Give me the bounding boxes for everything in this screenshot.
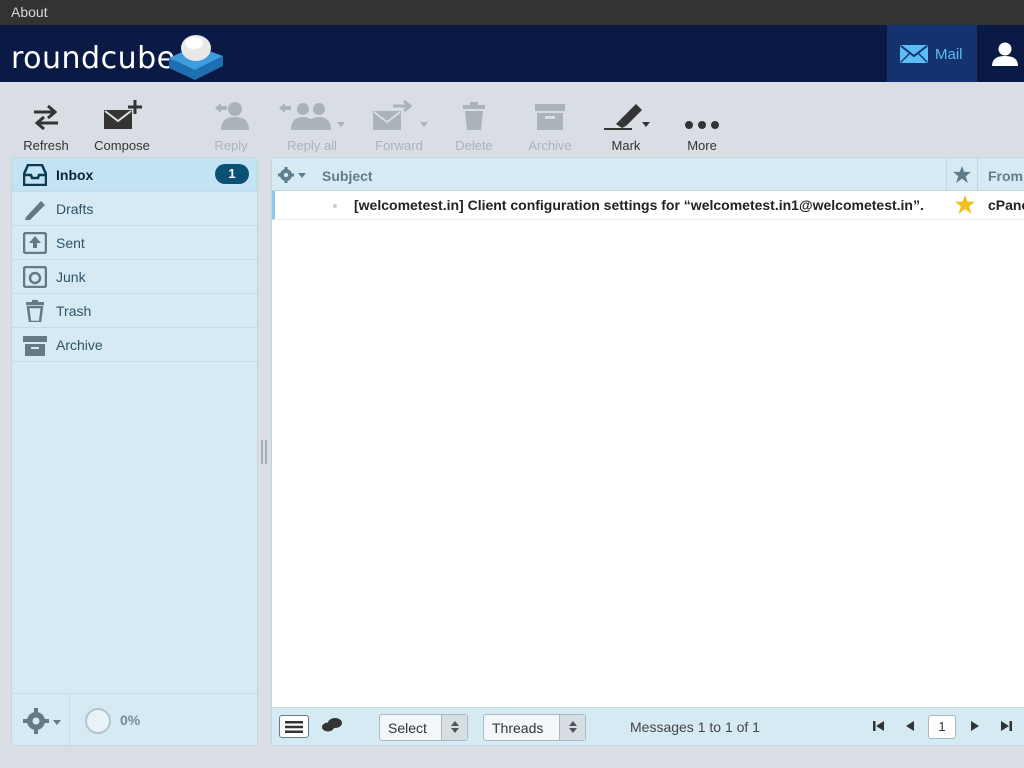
marker-icon <box>604 104 650 130</box>
threads-label: Threads <box>492 720 544 736</box>
reply-all-button[interactable]: Reply all <box>278 100 346 153</box>
folder-settings-button[interactable] <box>12 694 70 745</box>
more-label: More <box>687 138 717 153</box>
trash-icon <box>26 300 44 322</box>
folder-list: Inbox 1 Drafts Sent Junk Trash Archive 0… <box>11 157 258 746</box>
reply-icon <box>215 102 249 130</box>
first-page-icon[interactable] <box>873 720 885 732</box>
select-label: Select <box>388 720 427 736</box>
more-icon <box>685 121 719 129</box>
quota-text: 0% <box>120 712 141 728</box>
forward-button[interactable]: Forward <box>368 100 430 153</box>
gear-icon <box>23 708 61 734</box>
folder-archive[interactable]: Archive <box>12 328 257 362</box>
folder-label: Inbox <box>56 167 94 183</box>
select-dropdown[interactable]: Select <box>379 714 468 741</box>
toolbar: Refresh Compose Reply Reply all Forward … <box>0 82 1024 154</box>
next-page-icon[interactable] <box>970 720 980 732</box>
mark-label: Mark <box>611 138 641 153</box>
message-count: Messages 1 to 1 of 1 <box>630 719 760 735</box>
forward-label: Forward <box>375 138 423 153</box>
folder-inbox[interactable]: Inbox 1 <box>12 158 257 192</box>
inbox-icon <box>23 164 47 186</box>
list-footer: Select Threads Messages 1 to 1 of 1 1 <box>272 707 1024 745</box>
folder-label: Trash <box>56 303 92 319</box>
sent-icon <box>23 232 47 254</box>
pencil-icon <box>25 201 45 220</box>
mark-button[interactable]: Mark <box>600 100 652 153</box>
compose-button[interactable]: Compose <box>93 100 151 153</box>
page-number-input[interactable]: 1 <box>928 715 956 739</box>
updown-arrow-icon <box>569 721 577 733</box>
threads-dropdown[interactable]: Threads <box>483 714 586 741</box>
envelope-icon <box>900 45 928 63</box>
panel-splitter[interactable] <box>261 440 268 464</box>
more-button[interactable]: More <box>680 100 724 153</box>
folder-footer: 0% <box>12 693 257 745</box>
message-subject[interactable]: [welcometest.in] Client configuration se… <box>354 197 939 213</box>
refresh-icon <box>34 104 58 130</box>
app-header: roundcube Mail <box>0 25 1024 82</box>
column-flag[interactable] <box>946 158 978 191</box>
folder-drafts[interactable]: Drafts <box>12 192 257 226</box>
logo-cube-icon <box>169 35 223 80</box>
archive-label: Archive <box>528 138 572 153</box>
threads-icon[interactable] <box>321 717 343 733</box>
refresh-label: Refresh <box>23 138 69 153</box>
folder-label: Sent <box>56 235 85 251</box>
folder-sent[interactable]: Sent <box>12 226 257 260</box>
archive-icon <box>535 104 565 130</box>
trash-icon <box>463 102 485 130</box>
list-options-gear-icon[interactable] <box>278 167 308 183</box>
message-row[interactable]: [welcometest.in] Client configuration se… <box>272 191 1024 220</box>
last-page-icon[interactable] <box>1000 720 1012 732</box>
about-link[interactable]: About <box>11 4 48 20</box>
column-subject[interactable]: Subject <box>322 168 373 184</box>
window-title-bar: About <box>0 0 1024 25</box>
reply-all-icon <box>279 103 345 130</box>
message-from[interactable]: cPanel <box>988 197 1024 213</box>
list-icon <box>285 721 303 733</box>
folder-label: Junk <box>56 269 86 285</box>
star-icon <box>953 166 971 183</box>
list-header: Subject From <box>272 158 1024 191</box>
nav-mail[interactable]: Mail <box>887 25 977 82</box>
previous-page-icon[interactable] <box>905 720 915 732</box>
unread-dot <box>333 204 337 208</box>
delete-button[interactable]: Delete <box>452 100 496 153</box>
reply-all-label: Reply all <box>287 138 337 153</box>
forward-icon <box>373 100 428 130</box>
refresh-button[interactable]: Refresh <box>22 100 70 153</box>
nav-mail-label: Mail <box>935 46 963 63</box>
message-list: Subject From [welcometest.in] Client con… <box>271 157 1024 746</box>
quota-indicator <box>85 708 111 734</box>
folder-label: Drafts <box>56 201 94 217</box>
list-mode-button[interactable] <box>279 715 309 738</box>
archive-button[interactable]: Archive <box>525 100 575 153</box>
logo: roundcube <box>11 41 176 76</box>
junk-icon <box>23 266 47 288</box>
compose-icon <box>104 100 142 129</box>
unread-count-badge: 1 <box>215 164 249 184</box>
reply-label: Reply <box>214 138 248 153</box>
column-from[interactable]: From <box>988 168 1023 184</box>
updown-arrow-icon <box>451 721 459 733</box>
user-icon[interactable] <box>990 42 1020 66</box>
flag-star-icon[interactable] <box>955 195 975 214</box>
folder-junk[interactable]: Junk <box>12 260 257 294</box>
reply-button[interactable]: Reply <box>208 100 254 153</box>
compose-label: Compose <box>94 138 150 153</box>
archive-icon <box>23 336 47 356</box>
delete-label: Delete <box>455 138 493 153</box>
folder-label: Archive <box>56 337 103 353</box>
folder-trash[interactable]: Trash <box>12 294 257 328</box>
